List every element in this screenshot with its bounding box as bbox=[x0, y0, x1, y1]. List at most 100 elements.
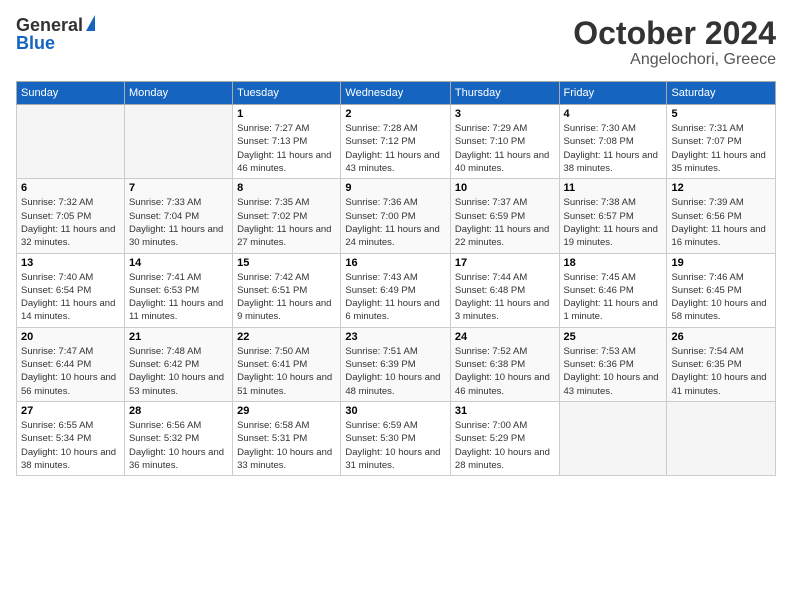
calendar-cell: 14 Sunrise: 7:41 AM Sunset: 6:53 PM Dayl… bbox=[124, 253, 232, 327]
day-number: 10 bbox=[455, 182, 555, 194]
weekday-header-cell: Friday bbox=[559, 82, 667, 105]
cell-content: Sunrise: 7:38 AM Sunset: 6:57 PM Dayligh… bbox=[564, 196, 663, 249]
sunset-text: Sunset: 6:56 PM bbox=[671, 211, 741, 222]
calendar-cell: 21 Sunrise: 7:48 AM Sunset: 6:42 PM Dayl… bbox=[124, 327, 232, 401]
sunset-text: Sunset: 7:12 PM bbox=[345, 136, 415, 147]
day-number: 11 bbox=[564, 182, 663, 194]
daylight-text: Daylight: 10 hours and 46 minutes. bbox=[455, 372, 550, 396]
day-number: 24 bbox=[455, 331, 555, 343]
day-number: 3 bbox=[455, 108, 555, 120]
sunset-text: Sunset: 6:48 PM bbox=[455, 285, 525, 296]
day-number: 26 bbox=[671, 331, 771, 343]
sunrise-text: Sunrise: 7:31 AM bbox=[671, 123, 743, 134]
calendar-cell: 2 Sunrise: 7:28 AM Sunset: 7:12 PM Dayli… bbox=[341, 105, 451, 179]
logo-blue-text: Blue bbox=[16, 34, 55, 52]
day-number: 8 bbox=[237, 182, 336, 194]
calendar-cell: 13 Sunrise: 7:40 AM Sunset: 6:54 PM Dayl… bbox=[17, 253, 125, 327]
day-number: 12 bbox=[671, 182, 771, 194]
daylight-text: Daylight: 10 hours and 58 minutes. bbox=[671, 298, 766, 322]
day-number: 2 bbox=[345, 108, 446, 120]
calendar-cell: 24 Sunrise: 7:52 AM Sunset: 6:38 PM Dayl… bbox=[450, 327, 559, 401]
sunset-text: Sunset: 5:31 PM bbox=[237, 433, 307, 444]
calendar-week-row: 13 Sunrise: 7:40 AM Sunset: 6:54 PM Dayl… bbox=[17, 253, 776, 327]
cell-content: Sunrise: 7:29 AM Sunset: 7:10 PM Dayligh… bbox=[455, 122, 555, 175]
calendar-cell: 31 Sunrise: 7:00 AM Sunset: 5:29 PM Dayl… bbox=[450, 401, 559, 475]
daylight-text: Daylight: 11 hours and 46 minutes. bbox=[237, 150, 331, 174]
cell-content: Sunrise: 7:30 AM Sunset: 7:08 PM Dayligh… bbox=[564, 122, 663, 175]
calendar-cell: 11 Sunrise: 7:38 AM Sunset: 6:57 PM Dayl… bbox=[559, 179, 667, 253]
sunrise-text: Sunrise: 6:59 AM bbox=[345, 420, 417, 431]
cell-content: Sunrise: 6:59 AM Sunset: 5:30 PM Dayligh… bbox=[345, 419, 446, 472]
daylight-text: Daylight: 10 hours and 51 minutes. bbox=[237, 372, 332, 396]
calendar-cell: 5 Sunrise: 7:31 AM Sunset: 7:07 PM Dayli… bbox=[667, 105, 776, 179]
calendar-cell: 17 Sunrise: 7:44 AM Sunset: 6:48 PM Dayl… bbox=[450, 253, 559, 327]
sunset-text: Sunset: 5:32 PM bbox=[129, 433, 199, 444]
sunset-text: Sunset: 6:35 PM bbox=[671, 359, 741, 370]
day-number: 18 bbox=[564, 257, 663, 269]
daylight-text: Daylight: 10 hours and 43 minutes. bbox=[564, 372, 659, 396]
daylight-text: Daylight: 11 hours and 27 minutes. bbox=[237, 224, 331, 248]
daylight-text: Daylight: 11 hours and 3 minutes. bbox=[455, 298, 549, 322]
daylight-text: Daylight: 11 hours and 35 minutes. bbox=[671, 150, 765, 174]
daylight-text: Daylight: 11 hours and 6 minutes. bbox=[345, 298, 439, 322]
daylight-text: Daylight: 10 hours and 41 minutes. bbox=[671, 372, 766, 396]
page-header: General Blue October 2024 Angelochori, G… bbox=[16, 16, 776, 69]
calendar-week-row: 20 Sunrise: 7:47 AM Sunset: 6:44 PM Dayl… bbox=[17, 327, 776, 401]
weekday-header-cell: Monday bbox=[124, 82, 232, 105]
logo-arrow-icon bbox=[86, 15, 95, 31]
cell-content: Sunrise: 7:32 AM Sunset: 7:05 PM Dayligh… bbox=[21, 196, 120, 249]
sunset-text: Sunset: 6:41 PM bbox=[237, 359, 307, 370]
cell-content: Sunrise: 7:51 AM Sunset: 6:39 PM Dayligh… bbox=[345, 345, 446, 398]
sunset-text: Sunset: 6:53 PM bbox=[129, 285, 199, 296]
day-number: 7 bbox=[129, 182, 228, 194]
sunset-text: Sunset: 6:57 PM bbox=[564, 211, 634, 222]
sunset-text: Sunset: 6:49 PM bbox=[345, 285, 415, 296]
day-number: 5 bbox=[671, 108, 771, 120]
calendar-cell: 3 Sunrise: 7:29 AM Sunset: 7:10 PM Dayli… bbox=[450, 105, 559, 179]
sunrise-text: Sunrise: 7:42 AM bbox=[237, 272, 309, 283]
calendar-cell: 12 Sunrise: 7:39 AM Sunset: 6:56 PM Dayl… bbox=[667, 179, 776, 253]
sunrise-text: Sunrise: 7:43 AM bbox=[345, 272, 417, 283]
calendar-cell: 9 Sunrise: 7:36 AM Sunset: 7:00 PM Dayli… bbox=[341, 179, 451, 253]
weekday-header-cell: Sunday bbox=[17, 82, 125, 105]
calendar-cell bbox=[667, 401, 776, 475]
sunset-text: Sunset: 6:38 PM bbox=[455, 359, 525, 370]
cell-content: Sunrise: 7:27 AM Sunset: 7:13 PM Dayligh… bbox=[237, 122, 336, 175]
cell-content: Sunrise: 7:41 AM Sunset: 6:53 PM Dayligh… bbox=[129, 271, 228, 324]
sunset-text: Sunset: 6:45 PM bbox=[671, 285, 741, 296]
calendar-cell: 28 Sunrise: 6:56 AM Sunset: 5:32 PM Dayl… bbox=[124, 401, 232, 475]
sunset-text: Sunset: 5:29 PM bbox=[455, 433, 525, 444]
sunrise-text: Sunrise: 7:40 AM bbox=[21, 272, 93, 283]
cell-content: Sunrise: 7:53 AM Sunset: 6:36 PM Dayligh… bbox=[564, 345, 663, 398]
cell-content: Sunrise: 7:36 AM Sunset: 7:00 PM Dayligh… bbox=[345, 196, 446, 249]
calendar-week-row: 1 Sunrise: 7:27 AM Sunset: 7:13 PM Dayli… bbox=[17, 105, 776, 179]
calendar-cell: 10 Sunrise: 7:37 AM Sunset: 6:59 PM Dayl… bbox=[450, 179, 559, 253]
sunset-text: Sunset: 7:07 PM bbox=[671, 136, 741, 147]
title-area: October 2024 Angelochori, Greece bbox=[573, 16, 776, 69]
sunrise-text: Sunrise: 7:33 AM bbox=[129, 197, 201, 208]
day-number: 19 bbox=[671, 257, 771, 269]
calendar-cell: 4 Sunrise: 7:30 AM Sunset: 7:08 PM Dayli… bbox=[559, 105, 667, 179]
sunset-text: Sunset: 5:34 PM bbox=[21, 433, 91, 444]
weekday-header-cell: Saturday bbox=[667, 82, 776, 105]
sunrise-text: Sunrise: 7:00 AM bbox=[455, 420, 527, 431]
cell-content: Sunrise: 7:54 AM Sunset: 6:35 PM Dayligh… bbox=[671, 345, 771, 398]
daylight-text: Daylight: 11 hours and 19 minutes. bbox=[564, 224, 658, 248]
cell-content: Sunrise: 7:42 AM Sunset: 6:51 PM Dayligh… bbox=[237, 271, 336, 324]
sunset-text: Sunset: 6:44 PM bbox=[21, 359, 91, 370]
calendar-cell: 15 Sunrise: 7:42 AM Sunset: 6:51 PM Dayl… bbox=[233, 253, 341, 327]
daylight-text: Daylight: 11 hours and 9 minutes. bbox=[237, 298, 331, 322]
daylight-text: Daylight: 10 hours and 38 minutes. bbox=[21, 447, 116, 471]
day-number: 14 bbox=[129, 257, 228, 269]
sunset-text: Sunset: 7:10 PM bbox=[455, 136, 525, 147]
day-number: 6 bbox=[21, 182, 120, 194]
day-number: 4 bbox=[564, 108, 663, 120]
day-number: 30 bbox=[345, 405, 446, 417]
sunrise-text: Sunrise: 6:55 AM bbox=[21, 420, 93, 431]
cell-content: Sunrise: 7:33 AM Sunset: 7:04 PM Dayligh… bbox=[129, 196, 228, 249]
sunset-text: Sunset: 5:30 PM bbox=[345, 433, 415, 444]
cell-content: Sunrise: 7:39 AM Sunset: 6:56 PM Dayligh… bbox=[671, 196, 771, 249]
day-number: 16 bbox=[345, 257, 446, 269]
calendar-cell: 29 Sunrise: 6:58 AM Sunset: 5:31 PM Dayl… bbox=[233, 401, 341, 475]
cell-content: Sunrise: 7:44 AM Sunset: 6:48 PM Dayligh… bbox=[455, 271, 555, 324]
